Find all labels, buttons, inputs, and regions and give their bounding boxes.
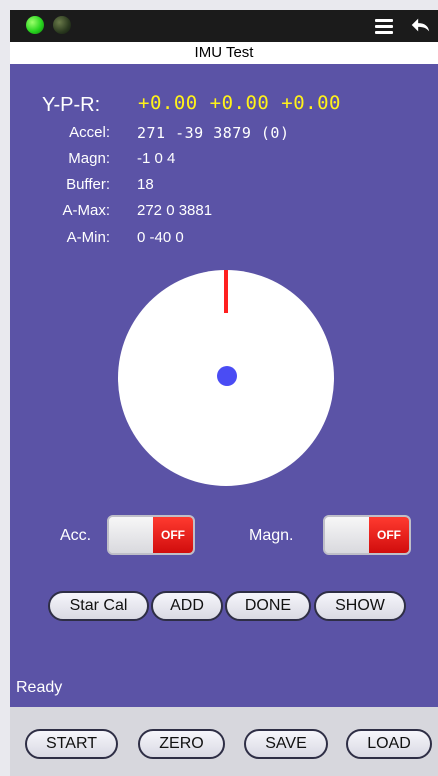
- star-cal-button[interactable]: Star Cal: [48, 591, 149, 621]
- ypr-value: +0.00 +0.00 +0.00: [138, 92, 341, 114]
- toggle-knob: [109, 517, 156, 553]
- top-toolbar: [10, 10, 438, 42]
- zero-button[interactable]: ZERO: [138, 729, 225, 759]
- toggle-knob: [325, 517, 372, 553]
- page-title: IMU Test: [194, 44, 254, 61]
- imu-test-screen: IMU Test Y-P-R: +0.00 +0.00 +0.00 Accel:…: [0, 0, 438, 776]
- accel-value: 271 -39 3879 (0): [137, 124, 290, 142]
- toggle-off-label: OFF: [153, 517, 193, 553]
- amin-value: 0 -40 0: [137, 229, 184, 246]
- load-button[interactable]: LOAD: [346, 729, 432, 759]
- title-bar: IMU Test: [10, 42, 438, 64]
- amax-label: A-Max:: [62, 202, 110, 219]
- buffer-value: 18: [137, 176, 154, 193]
- amax-value: 272 0 3881: [137, 202, 213, 219]
- menu-icon[interactable]: [375, 19, 393, 34]
- magn-toggle-label: Magn.: [249, 527, 294, 544]
- heading-needle: [224, 270, 228, 313]
- tilt-indicator-dot: [217, 366, 237, 386]
- save-button[interactable]: SAVE: [244, 729, 328, 759]
- acc-toggle[interactable]: OFF: [107, 515, 195, 555]
- done-button[interactable]: DONE: [225, 591, 311, 621]
- show-button[interactable]: SHOW: [314, 591, 406, 621]
- magn-toggle[interactable]: OFF: [323, 515, 411, 555]
- magn-value: -1 0 4: [137, 150, 176, 167]
- acc-toggle-label: Acc.: [60, 527, 92, 544]
- start-button[interactable]: START: [25, 729, 118, 759]
- dim-led-icon: [53, 16, 71, 34]
- magn-label: Magn:: [68, 150, 110, 167]
- add-button[interactable]: ADD: [151, 591, 223, 621]
- buffer-label: Buffer:: [66, 176, 110, 193]
- ypr-label: Y-P-R:: [42, 94, 101, 116]
- green-led-icon: [26, 16, 44, 34]
- accel-label: Accel:: [69, 124, 110, 141]
- back-arrow-icon[interactable]: [409, 14, 431, 36]
- toggle-off-label: OFF: [369, 517, 409, 553]
- status-text: Ready: [16, 679, 63, 696]
- amin-label: A-Min:: [66, 229, 110, 246]
